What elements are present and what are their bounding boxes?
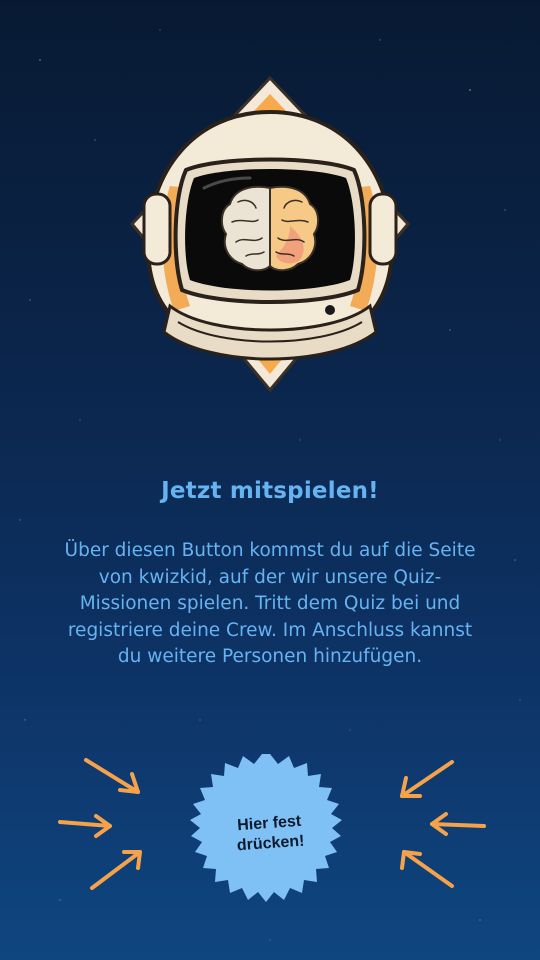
- brain-icon: [220, 185, 320, 272]
- astronaut-helmet-logo: [130, 76, 410, 392]
- cta-button[interactable]: Hier fest drücken!: [188, 752, 352, 916]
- arrow-icon: [90, 850, 142, 890]
- description-text: Über diesen Button kommst du auf die Sei…: [64, 540, 476, 667]
- arrow-icon: [430, 812, 486, 836]
- page-title: Jetzt mitspielen!: [161, 478, 379, 504]
- arrow-icon: [400, 760, 454, 798]
- arrow-icon: [400, 850, 454, 888]
- cta-label: Hier fest drücken!: [236, 812, 305, 855]
- arrow-icon: [84, 758, 140, 794]
- arrow-icon: [58, 814, 112, 838]
